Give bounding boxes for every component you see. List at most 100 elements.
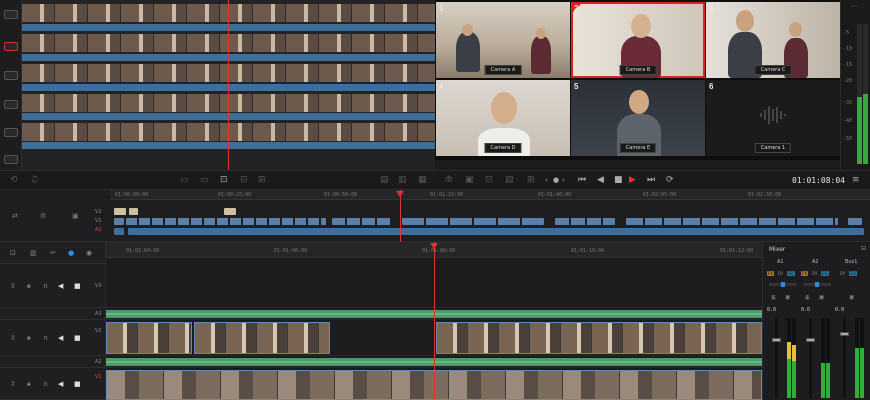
- mute-button[interactable]: M: [819, 295, 825, 300]
- tool-icon[interactable]: ⟰: [445, 175, 453, 185]
- timeline-view-icon[interactable]: ▣: [72, 212, 79, 220]
- track-toggle-button[interactable]: [4, 100, 18, 109]
- timeline-clip[interactable]: [114, 208, 126, 215]
- sync-icon[interactable]: ⟲: [10, 175, 18, 185]
- append-icon[interactable]: ▦: [418, 175, 427, 185]
- tool-icon[interactable]: ▭: [180, 175, 189, 185]
- tool-icon[interactable]: ▣: [465, 175, 474, 185]
- headphones-icon[interactable]: ∩: [43, 380, 48, 388]
- timeline-clip[interactable]: [848, 218, 862, 225]
- jog-left-icon[interactable]: ‹: [545, 175, 548, 185]
- go-to-start-button[interactable]: ⏮: [578, 175, 586, 185]
- track-toggle-button[interactable]: [4, 10, 18, 19]
- move-icon[interactable]: ⇳: [10, 334, 16, 342]
- source-clip-viewer[interactable]: [0, 0, 435, 170]
- mute-button[interactable]: M: [785, 295, 791, 300]
- main-playhead[interactable]: [434, 242, 435, 400]
- move-icon[interactable]: ⇳: [10, 380, 16, 388]
- options-icon[interactable]: ≡: [852, 175, 860, 185]
- overwrite-icon[interactable]: ▤: [380, 175, 389, 185]
- solo-button[interactable]: S: [771, 295, 776, 300]
- razor-icon[interactable]: ✂: [50, 249, 56, 257]
- audio-note-icon[interactable]: ♫: [30, 175, 38, 185]
- timeline-clip-group[interactable]: [555, 218, 615, 225]
- lock-icon[interactable]: 🔒︎: [27, 333, 31, 342]
- snap-icon[interactable]: ●: [68, 249, 74, 257]
- snapshot-icon[interactable]: ⊡: [10, 249, 16, 257]
- mixer-menu-icon[interactable]: ⊟: [861, 245, 866, 252]
- camera-angle-3[interactable]: 3 Camera C: [706, 2, 840, 78]
- video-clip[interactable]: [106, 322, 192, 354]
- timeline-clip[interactable]: [224, 208, 236, 215]
- volume-fader[interactable]: [843, 318, 846, 398]
- speaker-icon[interactable]: ◀︎: [58, 282, 63, 290]
- insert-icon[interactable]: ▥: [398, 175, 407, 185]
- meter-menu-icon[interactable]: ⋯: [851, 3, 857, 10]
- eq-toggle[interactable]: EQ: [787, 271, 795, 276]
- timeline-audio-clip[interactable]: [114, 228, 124, 235]
- camera-angle-6-audio[interactable]: 6 Camera 1: [706, 80, 840, 156]
- tool-icon[interactable]: ⊞: [527, 175, 535, 185]
- source-playhead[interactable]: [228, 0, 229, 170]
- fader-knob[interactable]: [772, 338, 781, 342]
- timeline-clip[interactable]: [114, 218, 124, 225]
- fader-knob[interactable]: [840, 332, 849, 336]
- track-toggle-button-active[interactable]: [4, 42, 18, 51]
- pan-slider[interactable]: [803, 282, 831, 287]
- solo-button[interactable]: S: [805, 295, 810, 300]
- track-toggle-button[interactable]: [4, 71, 18, 80]
- lock-icon[interactable]: 🔒︎: [27, 281, 31, 290]
- speaker-icon[interactable]: ◀︎: [58, 334, 63, 342]
- mute-icon[interactable]: ■: [74, 334, 81, 342]
- main-playhead-marker[interactable]: [430, 243, 438, 249]
- video-clip[interactable]: [436, 322, 762, 354]
- timeline-clip-group[interactable]: [126, 218, 326, 225]
- mute-button[interactable]: M: [849, 295, 855, 300]
- track-toggle-button[interactable]: [4, 128, 18, 137]
- tool-icon[interactable]: ▭: [200, 175, 209, 185]
- lock-icon[interactable]: 🔒︎: [27, 379, 31, 388]
- timeline-tool-icon[interactable]: ⇄: [12, 212, 18, 220]
- track-icon[interactable]: ▥: [30, 249, 37, 257]
- step-back-button[interactable]: ◀: [597, 175, 604, 185]
- timeline-clip-group[interactable]: [332, 218, 392, 225]
- volume-fader[interactable]: [775, 318, 778, 398]
- go-to-end-button[interactable]: ⏭: [647, 175, 655, 185]
- tool-icon[interactable]: ⊟: [485, 175, 493, 185]
- tool-icon[interactable]: ⊟: [240, 175, 248, 185]
- loop-button[interactable]: ⟳: [666, 175, 674, 185]
- link-icon[interactable]: ◉: [86, 249, 92, 257]
- dynamics-toggle[interactable]: DY: [777, 271, 784, 276]
- camera-angle-1[interactable]: 1 Camera A: [436, 2, 570, 78]
- fader-knob[interactable]: [806, 338, 815, 342]
- pan-slider[interactable]: [769, 282, 797, 287]
- jog-right-icon[interactable]: ›: [562, 175, 565, 185]
- timeline-ruler[interactable]: 01:00:00:00 01:00:25:00 01:00:50:00 01:0…: [110, 190, 870, 200]
- eq-toggle[interactable]: EQ: [849, 271, 857, 276]
- camera-angle-2-selected[interactable]: 2 Camera B: [571, 2, 705, 78]
- jog-dot-icon[interactable]: ●: [553, 175, 559, 185]
- volume-fader[interactable]: [809, 318, 812, 398]
- upper-timeline[interactable]: ⇄ ⚙ ▣ V2 V1 A1 01:00:00:00 01:00:25:00 0…: [0, 190, 870, 242]
- mute-icon[interactable]: ■: [74, 380, 81, 388]
- upper-playhead[interactable]: [400, 190, 401, 242]
- move-icon[interactable]: ⇳: [10, 282, 16, 290]
- stop-button[interactable]: ■: [614, 175, 623, 185]
- eq-toggle[interactable]: EQ: [821, 271, 829, 276]
- fx-toggle[interactable]: FX: [801, 271, 809, 276]
- fx-toggle[interactable]: FX: [767, 271, 775, 276]
- upper-playhead-marker[interactable]: [396, 191, 404, 197]
- trim-tool-icon[interactable]: ⊡: [220, 175, 228, 185]
- track-toggle-button[interactable]: [4, 155, 18, 164]
- headphones-icon[interactable]: ∩: [43, 334, 48, 342]
- tool-icon[interactable]: ▤: [505, 175, 514, 185]
- camera-angle-4[interactable]: 4 Camera D: [436, 80, 570, 156]
- timeline-clip-group[interactable]: [626, 218, 838, 225]
- timeline-clip-group[interactable]: [402, 218, 544, 225]
- main-timeline[interactable]: ⊡ ▥ ✂ ● ◉ 01:01:04:00 01:01:06:00 01:01:…: [0, 242, 762, 400]
- headphones-icon[interactable]: ∩: [43, 282, 48, 290]
- speaker-icon[interactable]: ◀︎: [58, 380, 63, 388]
- timeline-settings-icon[interactable]: ⚙: [40, 212, 46, 220]
- timeline-audio-clip[interactable]: [128, 228, 864, 235]
- timeline-clip[interactable]: [129, 208, 138, 215]
